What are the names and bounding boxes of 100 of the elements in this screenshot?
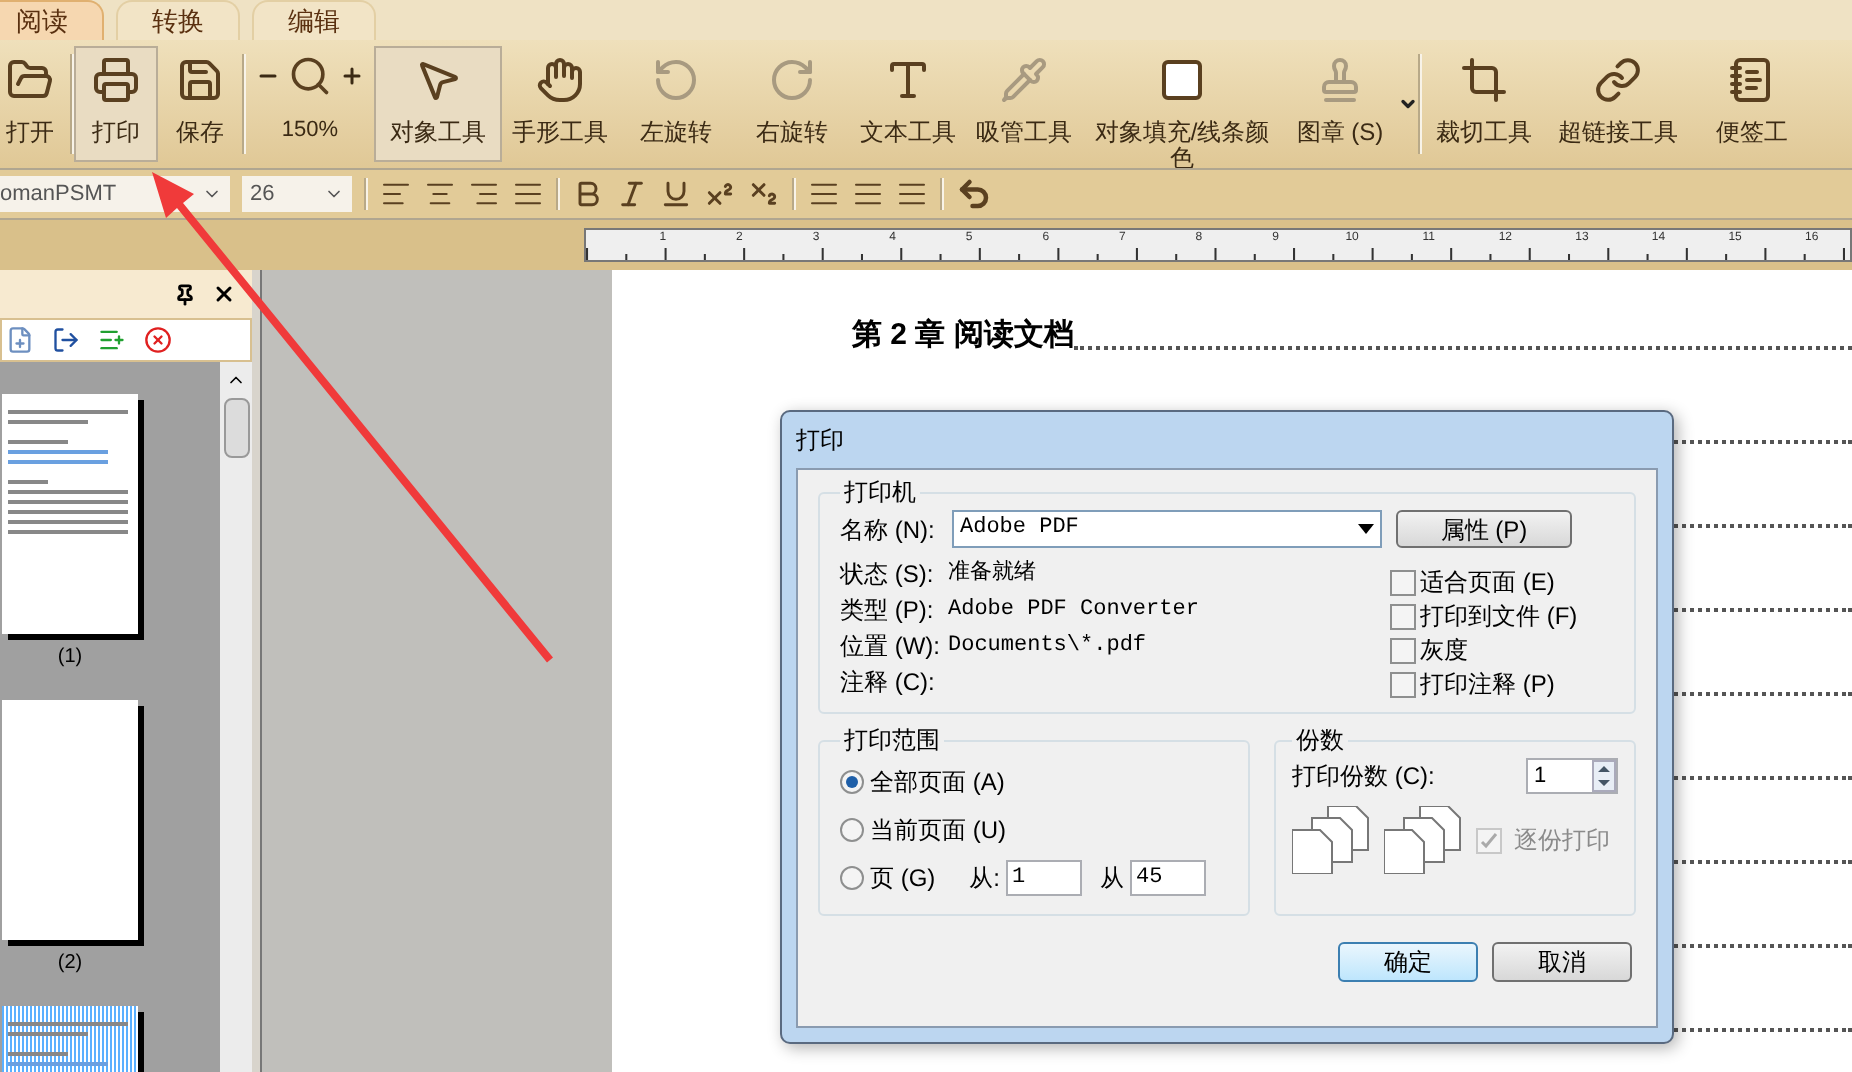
dropdown-icon — [1358, 524, 1374, 534]
pin-icon[interactable] — [174, 283, 196, 305]
radio-label: 页 (G) — [870, 862, 936, 896]
thumbnail-label: (2) — [57, 950, 83, 978]
dropdown-icon[interactable] — [1398, 94, 1418, 114]
group-label: 打印范围 — [842, 724, 942, 758]
toolbar-button[interactable]: 便签工 — [1690, 46, 1814, 162]
search-icon — [288, 54, 332, 98]
tab[interactable]: 编辑 — [252, 0, 376, 40]
pages-icon — [1384, 806, 1464, 874]
line-spacing-icon[interactable] — [808, 178, 840, 210]
printer-icon — [92, 56, 140, 104]
zoom-in-icon[interactable] — [340, 64, 364, 88]
toolbar-button[interactable]: 裁切工具 — [1422, 46, 1546, 162]
toolbar-button[interactable]: 文本工具 — [850, 46, 966, 162]
hand-icon — [536, 56, 584, 104]
note-icon — [1728, 56, 1776, 104]
from-field[interactable]: 1 — [1006, 860, 1083, 896]
checkbox-label: 打印到文件 (F) — [1420, 600, 1578, 634]
export-icon[interactable] — [52, 326, 80, 354]
toolbar-button[interactable]: 保存 — [158, 46, 242, 162]
align-left-icon[interactable] — [380, 178, 412, 210]
thumbnail-label: (1) — [57, 644, 83, 672]
font-field[interactable]: omanPSMT — [0, 176, 230, 212]
dialog-button[interactable]: 取消 — [1492, 942, 1632, 982]
align-right-icon[interactable] — [468, 178, 500, 210]
pages-icon — [1292, 806, 1372, 874]
align-justify-icon[interactable] — [512, 178, 544, 210]
radio-label: 全部页面 (A) — [870, 766, 1005, 800]
rotate-right-icon — [768, 56, 816, 104]
field-label: 状态 (S): — [840, 558, 936, 592]
toolbar-button[interactable]: 打印 — [74, 46, 158, 162]
insert-icon[interactable] — [98, 326, 126, 354]
checkbox-label: 逐份打印 — [1514, 824, 1610, 858]
toolbar-button[interactable]: 超链接工具 — [1546, 46, 1690, 162]
pipette-icon — [1000, 56, 1048, 104]
field-value: Documents\*.pdf — [948, 631, 1147, 662]
zoom-level: 150% — [281, 116, 339, 146]
radio-label: 当前页面 (U) — [870, 814, 1006, 848]
link-icon — [1594, 56, 1642, 104]
pointer-icon — [414, 56, 462, 104]
radio-button[interactable] — [840, 770, 864, 794]
line-spacing-icon[interactable] — [852, 178, 884, 210]
field-label: 名称 (N): — [840, 513, 937, 547]
toolbar-button[interactable]: 打开 — [0, 46, 70, 162]
properties-button[interactable]: 属性 (P) — [1396, 510, 1572, 548]
size-field[interactable]: 26 — [242, 176, 352, 212]
stamp-icon — [1316, 56, 1364, 104]
scrollbar[interactable] — [220, 362, 252, 1072]
field-label: 从 — [1100, 862, 1125, 896]
radio-button[interactable] — [840, 866, 864, 890]
field-label: 从: — [969, 862, 1001, 896]
group-label: 份数 — [1294, 724, 1346, 758]
checkbox[interactable] — [1390, 671, 1416, 697]
folder-icon — [6, 56, 54, 104]
field-label: 类型 (P): — [840, 594, 936, 628]
dialog-title: 打印 — [796, 424, 844, 458]
field-value: Adobe PDF Converter — [948, 595, 1199, 626]
tab[interactable]: 阅读 — [0, 0, 104, 40]
group-label: 打印机 — [842, 476, 918, 510]
square-icon — [1158, 56, 1206, 104]
underline-icon[interactable] — [660, 178, 692, 210]
dialog-button[interactable]: 确定 — [1338, 942, 1478, 982]
text-icon — [884, 56, 932, 104]
align-center-icon[interactable] — [424, 178, 456, 210]
checkbox-label: 灰度 — [1420, 634, 1468, 668]
undo-icon[interactable] — [956, 176, 992, 212]
field-label: 打印份数 (C): — [1292, 760, 1435, 794]
checkbox[interactable] — [1390, 603, 1416, 629]
italic-icon[interactable] — [616, 178, 648, 210]
close-icon[interactable] — [212, 282, 236, 306]
page-thumbnail[interactable] — [2, 394, 138, 634]
radio-button[interactable] — [840, 818, 864, 842]
rotate-left-icon — [652, 56, 700, 104]
chapter-heading: 第 2 章 阅读文档 — [852, 316, 1074, 356]
checkbox[interactable] — [1390, 637, 1416, 663]
to-field[interactable]: 45 — [1130, 860, 1207, 896]
field-label: 位置 (W): — [840, 630, 942, 664]
zoom-control[interactable]: 150% — [246, 46, 374, 162]
delete-icon[interactable] — [144, 326, 172, 354]
checkbox[interactable] — [1390, 569, 1416, 595]
subscript-icon[interactable] — [748, 178, 780, 210]
check-icon — [1480, 831, 1498, 849]
page-add-icon[interactable] — [6, 326, 34, 354]
field-label: 注释 (C): — [840, 666, 937, 700]
page-thumbnail[interactable] — [2, 700, 138, 940]
copies-spinner[interactable]: 1 — [1526, 758, 1618, 794]
scroll-thumb[interactable] — [223, 398, 249, 458]
checkbox-label: 适合页面 (E) — [1420, 566, 1555, 600]
toolbar-button[interactable]: 对象工具 — [374, 46, 502, 162]
toolbar-button[interactable]: 手形工具 — [502, 46, 618, 162]
printer-select[interactable]: Adobe PDF — [952, 510, 1382, 548]
checkbox-label: 打印注释 (P) — [1420, 668, 1555, 702]
spinner-arrows-icon[interactable] — [1592, 760, 1616, 792]
crop-icon — [1460, 56, 1508, 104]
line-spacing-icon[interactable] — [896, 178, 928, 210]
save-icon — [176, 56, 224, 104]
superscript-icon[interactable] — [704, 178, 736, 210]
tab[interactable]: 转换 — [116, 0, 240, 40]
field-value: 准备就绪 — [948, 558, 1036, 590]
